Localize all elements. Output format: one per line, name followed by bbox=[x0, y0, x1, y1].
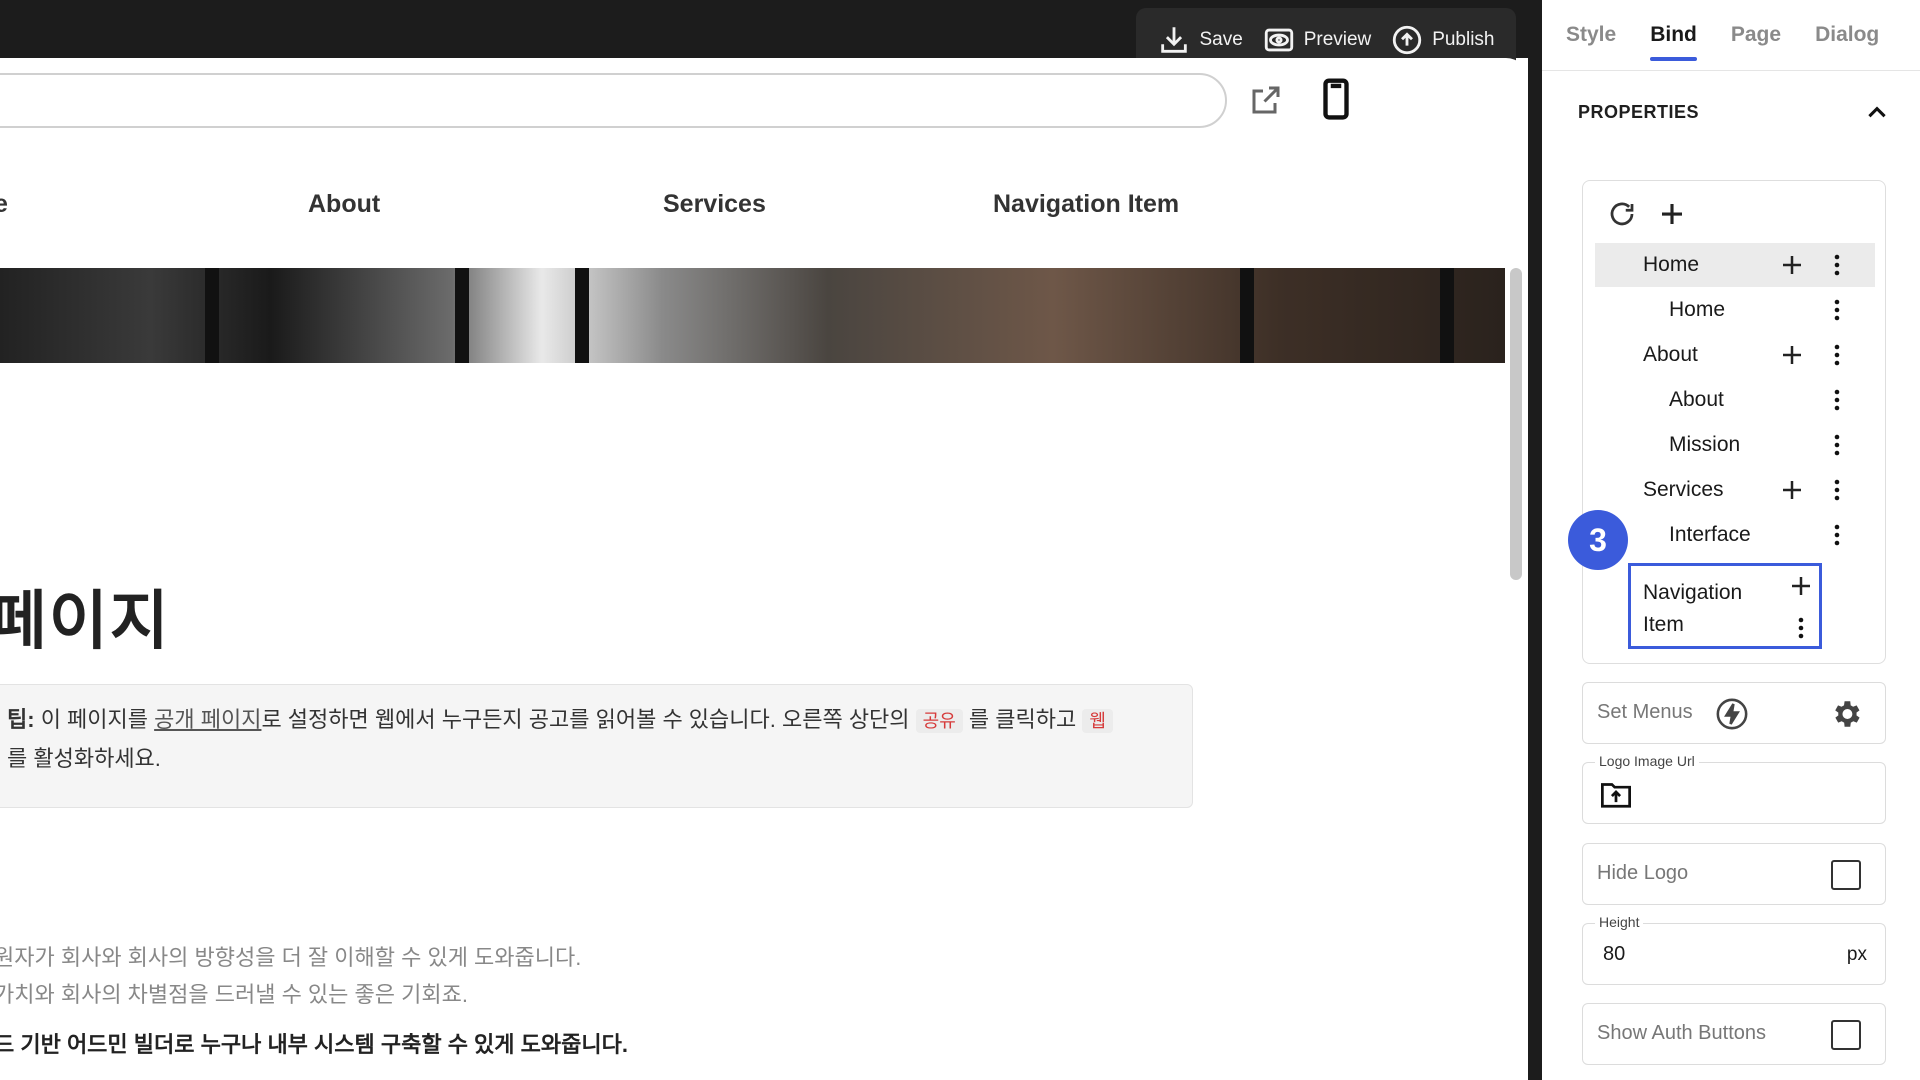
more-vertical-icon[interactable] bbox=[1825, 343, 1849, 367]
properties-title: PROPERTIES bbox=[1578, 102, 1700, 122]
preview-canvas: e About Services Navigation Item 페이지 팁: … bbox=[0, 58, 1528, 1080]
chevron-up-icon[interactable] bbox=[1864, 100, 1890, 126]
tree-node-label: Mission bbox=[1669, 433, 1741, 456]
add-child-icon[interactable] bbox=[1780, 478, 1804, 502]
publish-label: Publish bbox=[1432, 29, 1495, 50]
site-nav-navigation-item[interactable]: Navigation Item bbox=[993, 190, 1179, 219]
tab-bind[interactable]: Bind bbox=[1650, 23, 1697, 61]
gear-icon[interactable] bbox=[1829, 697, 1863, 731]
tree-node-label: Interface bbox=[1669, 523, 1751, 546]
height-field[interactable]: Height 80 px bbox=[1582, 914, 1886, 985]
tip-callout: 팁: 이 페이지를 공개 페이지로 설정하면 웹에서 누구든지 공고를 읽어볼 … bbox=[0, 684, 1193, 808]
tree-node-services[interactable]: Services bbox=[1595, 468, 1875, 512]
tree-node-label: Home bbox=[1669, 298, 1726, 321]
height-unit: px bbox=[1846, 944, 1867, 965]
tab-style[interactable]: Style bbox=[1566, 23, 1616, 47]
url-bar[interactable] bbox=[0, 73, 1227, 128]
tree-node-label: Home bbox=[1643, 253, 1700, 276]
mobile-view-icon[interactable] bbox=[1322, 78, 1350, 120]
folder-upload-icon[interactable] bbox=[1599, 779, 1633, 809]
tip-code-web: 웹 bbox=[1082, 709, 1113, 733]
body-paragraph-bold: 드 기반 어드민 빌더로 누구나 내부 시스템 구축할 수 있게 도와줍니다. bbox=[0, 1032, 628, 1057]
more-vertical-icon[interactable] bbox=[1825, 523, 1849, 547]
hero-image bbox=[0, 268, 1505, 363]
site-nav-item[interactable]: e bbox=[0, 190, 8, 219]
add-child-icon[interactable] bbox=[1780, 343, 1804, 367]
refresh-icon[interactable] bbox=[1607, 199, 1637, 229]
logo-url-field[interactable]: Logo Image Url bbox=[1582, 753, 1886, 824]
hide-logo-label: Hide Logo bbox=[1597, 862, 1689, 884]
divider bbox=[1528, 0, 1542, 1080]
body-paragraph: 원자가 회사와 회사의 방향성을 더 잘 이해할 수 있게 도와줍니다. bbox=[0, 945, 582, 970]
tree-node-label: Services bbox=[1643, 478, 1724, 501]
panel-tabs: Style Bind Page Dialog bbox=[1566, 0, 1879, 70]
preview-button[interactable]: Preview bbox=[1262, 23, 1372, 57]
site-nav-services[interactable]: Services bbox=[663, 190, 766, 219]
show-auth-label: Show Auth Buttons bbox=[1597, 1022, 1767, 1044]
set-menus-field[interactable]: Set Menus bbox=[1582, 682, 1886, 744]
publish-button[interactable]: Publish bbox=[1390, 23, 1495, 57]
step-badge: 3 bbox=[1568, 510, 1628, 570]
tree-node-interface[interactable]: Interface bbox=[1595, 513, 1875, 557]
scrollbar[interactable] bbox=[1510, 268, 1522, 580]
more-vertical-icon[interactable] bbox=[1789, 616, 1813, 640]
tree-node-about[interactable]: About bbox=[1595, 333, 1875, 377]
more-vertical-icon[interactable] bbox=[1825, 433, 1849, 457]
tree-node-label: Navigation bbox=[1643, 581, 1743, 604]
tip-prefix: 팁: bbox=[7, 707, 35, 732]
preview-label: Preview bbox=[1303, 29, 1372, 50]
save-button[interactable]: Save bbox=[1157, 23, 1243, 57]
tip-text: 이 페이지를 bbox=[34, 707, 155, 732]
tip-code-share: 공유 bbox=[915, 709, 963, 733]
tab-page[interactable]: Page bbox=[1731, 23, 1781, 47]
body-paragraph: 가치와 회사의 차별점을 드러낼 수 있는 좋은 기회죠. bbox=[0, 982, 468, 1007]
eye-icon bbox=[1264, 28, 1293, 52]
tree-node-navigation-item[interactable]: Navigation Item bbox=[1628, 563, 1822, 649]
upload-circle-icon bbox=[1393, 25, 1422, 55]
more-vertical-icon[interactable] bbox=[1825, 298, 1849, 322]
save-label: Save bbox=[1199, 29, 1243, 50]
download-icon bbox=[1161, 27, 1188, 53]
tip-text-line-2: 를 활성화하세요. bbox=[7, 746, 161, 771]
logo-url-legend: Logo Image Url bbox=[1595, 753, 1699, 769]
editor-topbar: Save Preview Publish bbox=[0, 0, 1528, 72]
site-nav-about[interactable]: About bbox=[308, 190, 380, 219]
add-child-icon[interactable] bbox=[1789, 574, 1813, 598]
set-menus-label: Set Menus bbox=[1597, 701, 1693, 723]
tip-text: 를 클릭하고 bbox=[962, 707, 1083, 732]
lightning-icon[interactable] bbox=[1715, 697, 1749, 731]
plus-icon[interactable] bbox=[1657, 199, 1687, 229]
tree-node-about-child[interactable]: About bbox=[1595, 378, 1875, 422]
hide-logo-field[interactable]: Hide Logo bbox=[1582, 843, 1886, 905]
tabs-divider bbox=[1542, 70, 1920, 71]
more-vertical-icon[interactable] bbox=[1825, 478, 1849, 502]
more-vertical-icon[interactable] bbox=[1825, 388, 1849, 412]
height-value[interactable]: 80 bbox=[1603, 943, 1625, 966]
open-external-icon[interactable] bbox=[1248, 82, 1284, 118]
hide-logo-checkbox[interactable] bbox=[1831, 860, 1861, 890]
tip-text: 로 설정하면 웹에서 누구든지 공고를 읽어볼 수 있습니다. 오른쪽 상단의 bbox=[261, 707, 916, 732]
tree-toolbar bbox=[1607, 199, 1687, 229]
show-auth-field[interactable]: Show Auth Buttons bbox=[1582, 1003, 1886, 1065]
tree-node-mission[interactable]: Mission bbox=[1595, 423, 1875, 467]
tree-node-label: About bbox=[1669, 388, 1724, 411]
add-child-icon[interactable] bbox=[1780, 253, 1804, 277]
page-heading: 페이지 bbox=[0, 585, 171, 657]
tip-link[interactable]: 공개 페이지 bbox=[154, 707, 261, 732]
show-auth-checkbox[interactable] bbox=[1831, 1020, 1861, 1050]
tree-node-label: About bbox=[1643, 343, 1698, 366]
tree-node-home[interactable]: Home bbox=[1595, 243, 1875, 287]
height-legend: Height bbox=[1595, 914, 1644, 930]
tab-dialog[interactable]: Dialog bbox=[1815, 23, 1879, 47]
more-vertical-icon[interactable] bbox=[1825, 253, 1849, 277]
tree-node-label: Item bbox=[1643, 613, 1684, 636]
tree-node-home-child[interactable]: Home bbox=[1595, 288, 1875, 332]
